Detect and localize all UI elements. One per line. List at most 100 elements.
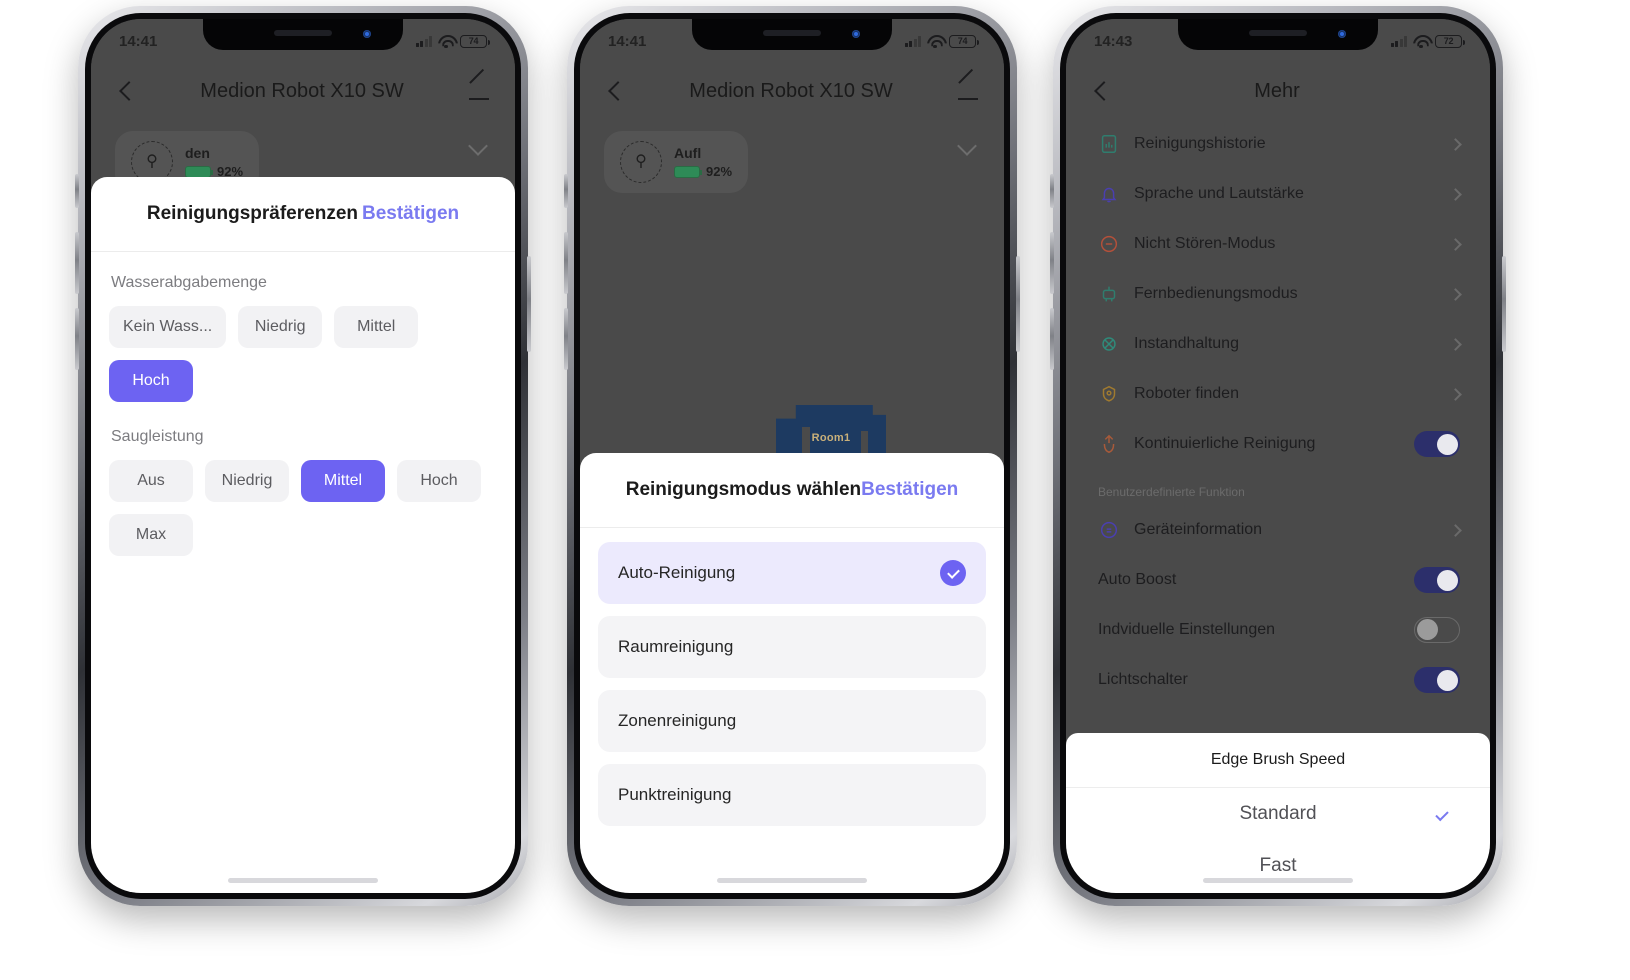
row-instandhaltung[interactable]: Instandhaltung [1066, 319, 1490, 369]
maintenance-icon [1098, 333, 1120, 355]
chip-suction-max[interactable]: Max [109, 514, 193, 556]
mode-item-spot[interactable]: Punktreinigung [598, 764, 986, 826]
wifi-icon [438, 35, 454, 49]
device-battery-2: 92% [674, 164, 732, 179]
chip-water-mittel[interactable]: Mittel [334, 306, 419, 348]
picker-option-fast[interactable]: Fast [1066, 840, 1490, 892]
device-battery-pct-2: 92% [706, 164, 733, 179]
phone-1-bezel: 14:41 74 Medion Robot X10 SW ⚲ den 92% R… [85, 13, 521, 899]
chevron-right-icon-1 [1449, 187, 1462, 201]
volume-down-button-2[interactable] [564, 308, 568, 370]
mute-switch-3[interactable] [1050, 174, 1054, 208]
row-nicht-stoeren[interactable]: Nicht Stören-Modus [1066, 219, 1490, 269]
device-status-card-2[interactable]: ⚲ Aufl 92% [604, 131, 749, 193]
row-lichtschalter[interactable]: Lichtschalter [1066, 655, 1490, 705]
pencil-icon[interactable] [467, 79, 491, 103]
toggle-knob-3 [1436, 669, 1458, 691]
toggle-knob-0 [1436, 433, 1458, 455]
home-indicator-3[interactable] [1203, 878, 1353, 883]
chevron-right-icon-4 [1449, 337, 1462, 351]
volume-up-button[interactable] [75, 232, 79, 294]
mode-item-room[interactable]: Raumreinigung [598, 616, 986, 678]
battery-icon-2: 74 [949, 34, 979, 48]
device-state-label-1: den [185, 145, 210, 161]
mute-switch-2[interactable] [564, 174, 568, 208]
phone-1: 14:41 74 Medion Robot X10 SW ⚲ den 92% R… [75, 6, 531, 906]
label-kontinuierliche-reinigung: Kontinuierliche Reinigung [1134, 435, 1316, 452]
mode-label-auto: Auto-Reinigung [618, 563, 736, 582]
volume-up-button-2[interactable] [564, 232, 568, 294]
chip-suction-hoch[interactable]: Hoch [397, 460, 481, 502]
status-time-3: 14:43 [1094, 32, 1133, 50]
chevron-down-icon-2[interactable] [958, 137, 978, 157]
row-fernbedienungsmodus[interactable]: Fernbedienungsmodus [1066, 269, 1490, 319]
toggle-knob-1 [1436, 569, 1458, 591]
chip-suction-aus[interactable]: Aus [109, 460, 193, 502]
label-auto-boost: Auto Boost [1098, 571, 1177, 588]
chevron-down-icon-1[interactable] [469, 137, 489, 157]
volume-down-button-3[interactable] [1050, 308, 1054, 370]
page-title-3: Mehr [1254, 79, 1300, 102]
sheet-title-1: Reinigungspräferenzen [146, 203, 358, 224]
chip-suction-mittel[interactable]: Mittel [301, 460, 385, 502]
chip-water-hoch[interactable]: Hoch [109, 360, 193, 402]
chip-kein-wasser[interactable]: Kein Wass... [109, 306, 227, 348]
row-indviduelle-einstellungen[interactable]: Indviduelle Einstellungen [1066, 605, 1490, 655]
picker-option-standard[interactable]: Standard [1066, 788, 1490, 840]
label-sprache-lautstaerke: Sprache und Lautstärke [1134, 185, 1304, 202]
front-camera-3 [1338, 30, 1346, 38]
toggle-indviduelle-einstellungen[interactable] [1414, 617, 1460, 643]
chip-water-niedrig[interactable]: Niedrig [238, 306, 323, 348]
mode-label-room: Raumreinigung [618, 637, 734, 656]
mode-item-zone[interactable]: Zonenreinigung [598, 690, 986, 752]
room-label: Room1 [811, 432, 851, 445]
cleaning-preferences-sheet: Reinigungspräferenzen Bestätigen Wassera… [91, 177, 515, 893]
battery-icon-1: 74 [460, 34, 490, 48]
device-state-label-2: Aufl [674, 145, 702, 161]
row-roboter-finden[interactable]: Roboter finden [1066, 369, 1490, 419]
row-sprache-lautstaerke[interactable]: Sprache und Lautstärke [1066, 169, 1490, 219]
power-button-3[interactable] [1502, 256, 1506, 352]
confirm-button-1[interactable]: Bestätigen [362, 203, 459, 225]
toggle-kontinuierliche-reinigung[interactable] [1414, 431, 1460, 457]
phone-1-screen: 14:41 74 Medion Robot X10 SW ⚲ den 92% R… [91, 19, 515, 893]
row-kontinuierliche-reinigung[interactable]: Kontinuierliche Reinigung [1066, 419, 1490, 469]
phone-2-bezel: 14:41 74 Medion Robot X10 SW ⚲ Aufl 92% … [574, 13, 1010, 899]
row-reinigungshistorie[interactable]: Reinigungshistorie [1066, 119, 1490, 169]
label-nicht-stoeren: Nicht Stören-Modus [1134, 235, 1276, 252]
water-flow-options: Kein Wass... Niedrig Mittel Hoch [109, 306, 497, 402]
volume-up-button-3[interactable] [1050, 232, 1054, 294]
picker-option-standard-label: Standard [1239, 803, 1317, 824]
power-button-2[interactable] [1016, 256, 1020, 352]
home-indicator-2[interactable] [717, 878, 867, 883]
chevron-left-icon-3[interactable] [1090, 80, 1112, 102]
notch-2 [692, 19, 892, 50]
confirm-button-2[interactable]: Bestätigen [861, 479, 958, 501]
toggle-auto-boost[interactable] [1414, 567, 1460, 593]
toggle-lichtschalter[interactable] [1414, 667, 1460, 693]
battery-level-3: 72 [1443, 36, 1454, 46]
earpiece-speaker [274, 30, 332, 36]
earpiece-speaker-2 [763, 30, 821, 36]
device-info-2: Aufl 92% [674, 145, 732, 179]
chevron-left-icon[interactable] [115, 80, 137, 102]
sheet-title-2: Reinigungsmodus wählen [625, 479, 862, 500]
mode-item-auto[interactable]: Auto-Reinigung [598, 542, 986, 604]
earpiece-speaker-3 [1249, 30, 1307, 36]
wifi-icon-2 [927, 35, 943, 49]
chevron-left-icon-2[interactable] [604, 80, 626, 102]
home-indicator-1[interactable] [228, 878, 378, 883]
chevron-right-icon-2 [1449, 237, 1462, 251]
mute-switch[interactable] [75, 174, 79, 208]
cellular-signal-icon-2 [904, 35, 921, 47]
water-flow-label: Wasserabgabemenge [111, 274, 267, 291]
label-geraeteinformation: Geräteinformation [1134, 521, 1263, 538]
pencil-icon-2[interactable] [956, 79, 980, 103]
cellular-signal-icon-3 [1390, 35, 1407, 47]
volume-down-button[interactable] [75, 308, 79, 370]
row-geraeteinformation[interactable]: Geräteinformation [1066, 505, 1490, 555]
row-auto-boost[interactable]: Auto Boost [1066, 555, 1490, 605]
power-button[interactable] [527, 256, 531, 352]
notch-3 [1178, 19, 1378, 50]
chip-suction-niedrig[interactable]: Niedrig [205, 460, 289, 502]
